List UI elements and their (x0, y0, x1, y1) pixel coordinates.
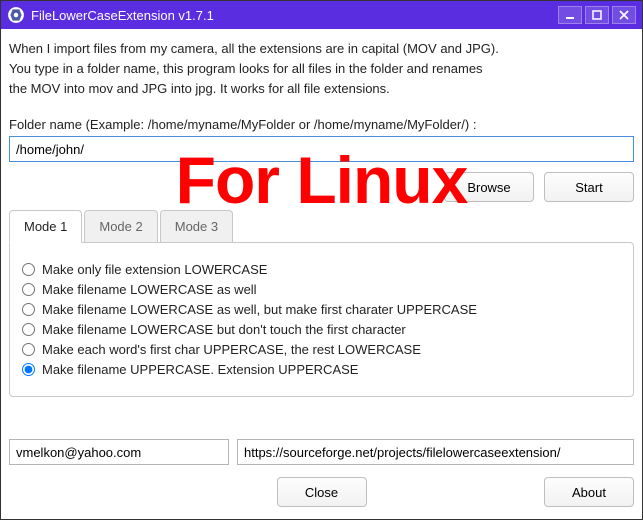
folder-label: Folder name (Example: /home/myname/MyFol… (9, 117, 634, 132)
option-radio-5[interactable] (22, 363, 35, 376)
option-label-3[interactable]: Make filename LOWERCASE but don't touch … (42, 322, 406, 337)
bottom-fields (9, 421, 634, 465)
option-radio-1[interactable] (22, 283, 35, 296)
option-row: Make filename LOWERCASE as well, but mak… (22, 302, 621, 317)
tab-header-row: Mode 1 Mode 2 Mode 3 (9, 210, 634, 242)
tab-mode-3[interactable]: Mode 3 (160, 210, 233, 242)
option-row: Make filename LOWERCASE as well (22, 282, 621, 297)
option-label-4[interactable]: Make each word's first char UPPERCASE, t… (42, 342, 421, 357)
option-row: Make only file extension LOWERCASE (22, 262, 621, 277)
option-radio-0[interactable] (22, 263, 35, 276)
close-dialog-button[interactable]: Close (277, 477, 367, 507)
email-field[interactable] (9, 439, 229, 465)
option-label-1[interactable]: Make filename LOWERCASE as well (42, 282, 257, 297)
title-bar[interactable]: FileLowerCaseExtension v1.7.1 (1, 1, 642, 29)
window-controls (558, 6, 636, 24)
description-text: When I import files from my camera, all … (9, 39, 634, 99)
option-row: Make filename LOWERCASE but don't touch … (22, 322, 621, 337)
option-label-2[interactable]: Make filename LOWERCASE as well, but mak… (42, 302, 477, 317)
option-row: Make filename UPPERCASE. Extension UPPER… (22, 362, 621, 377)
window-title: FileLowerCaseExtension v1.7.1 (31, 8, 558, 23)
footer-buttons: Close About (9, 477, 634, 511)
tabs: Mode 1 Mode 2 Mode 3 Make only file exte… (9, 210, 634, 397)
start-button[interactable]: Start (544, 172, 634, 202)
about-button[interactable]: About (544, 477, 634, 507)
option-label-0[interactable]: Make only file extension LOWERCASE (42, 262, 267, 277)
tab-mode-2[interactable]: Mode 2 (84, 210, 157, 242)
desc-line-1: When I import files from my camera, all … (9, 39, 634, 59)
option-radio-4[interactable] (22, 343, 35, 356)
option-radio-2[interactable] (22, 303, 35, 316)
folder-buttons-row: Browse Start (9, 172, 634, 202)
desc-line-3: the MOV into mov and JPG into jpg. It wo… (9, 79, 634, 99)
folder-input[interactable] (9, 136, 634, 162)
desc-line-2: You type in a folder name, this program … (9, 59, 634, 79)
tab-mode-1[interactable]: Mode 1 (9, 210, 82, 243)
option-radio-3[interactable] (22, 323, 35, 336)
app-icon (7, 6, 25, 24)
option-row: Make each word's first char UPPERCASE, t… (22, 342, 621, 357)
minimize-button[interactable] (558, 6, 582, 24)
browse-button[interactable]: Browse (444, 172, 534, 202)
option-label-5[interactable]: Make filename UPPERCASE. Extension UPPER… (42, 362, 358, 377)
body-area: When I import files from my camera, all … (1, 29, 642, 519)
app-window: FileLowerCaseExtension v1.7.1 When I imp… (0, 0, 643, 520)
url-field[interactable] (237, 439, 634, 465)
close-button[interactable] (612, 6, 636, 24)
maximize-button[interactable] (585, 6, 609, 24)
tab-panel-mode-1: Make only file extension LOWERCASE Make … (9, 242, 634, 397)
